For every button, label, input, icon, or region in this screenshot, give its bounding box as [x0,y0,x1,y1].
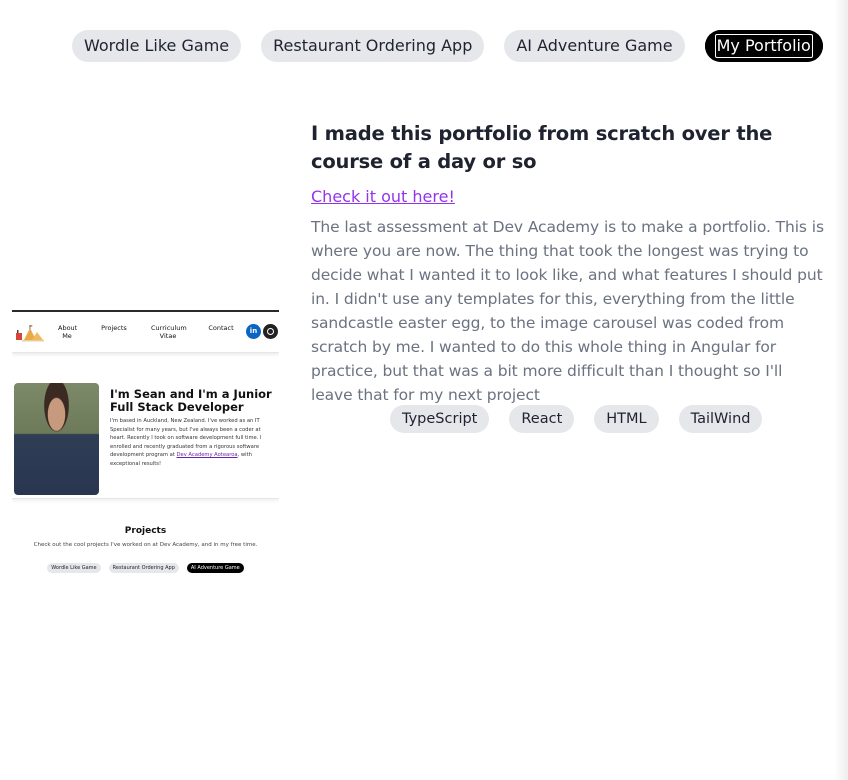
preview-project-tabs: Wordle Like Game Restaurant Ordering App… [12,563,279,573]
project-details: I made this portfolio from scratch over … [311,120,826,407]
preview-hero: I'm Sean and I'm a Junior Full Stack Dev… [12,372,279,499]
preview-projects-title: Projects [124,526,167,536]
project-heading: I made this portfolio from scratch over … [311,122,773,173]
tab-my-portfolio[interactable]: My Portfolio [704,30,823,62]
scrollbar-shadow [834,0,848,780]
tag-react: React [509,405,575,433]
github-icon [263,324,278,339]
project-preview-image: About Me Projects Curriculum Vitae Conta… [12,310,279,582]
preview-hero-text: I'm based in Auckland, New Zealand. I've… [110,417,270,469]
preview-navbar: About Me Projects Curriculum Vitae Conta… [12,312,279,353]
preview-nav-about: About Me [58,324,78,340]
preview-nav-cv: Curriculum Vitae [151,324,187,340]
tech-tags: TypeScript React HTML TailWind [390,405,763,433]
preview-tab: Wordle Like Game [47,563,101,573]
tag-typescript: TypeScript [390,405,490,433]
linkedin-icon: in [246,324,261,339]
project-tabs: Wordle Like Game Restaurant Ordering App… [72,30,823,62]
project-description: The last assessment at Dev Academy is to… [311,218,824,404]
preview-tab-active: AI Adventure Game [186,563,244,573]
sandcastle-icon [16,325,44,342]
tab-restaurant-ordering-app[interactable]: Restaurant Ordering App [261,30,485,62]
tab-wordle-like-game[interactable]: Wordle Like Game [72,30,242,62]
check-it-out-link[interactable]: Check it out here! [311,187,455,206]
preview-nav-contact: Contact [208,324,234,332]
preview-profile-photo [14,383,99,495]
preview-nav-projects: Projects [101,324,127,332]
tag-tailwind: TailWind [678,405,763,433]
tag-html: HTML [594,405,659,433]
tab-label: My Portfolio [714,34,813,58]
preview-projects-subtitle: Check out the cool projects I've worked … [33,542,258,548]
preview-tab: Restaurant Ordering App [108,563,179,573]
preview-hero-title: I'm Sean and I'm a Junior Full Stack Dev… [110,387,272,414]
preview-hero-link: Dev Academy Aotearoa [176,452,238,459]
tab-ai-adventure-game[interactable]: AI Adventure Game [504,30,685,62]
